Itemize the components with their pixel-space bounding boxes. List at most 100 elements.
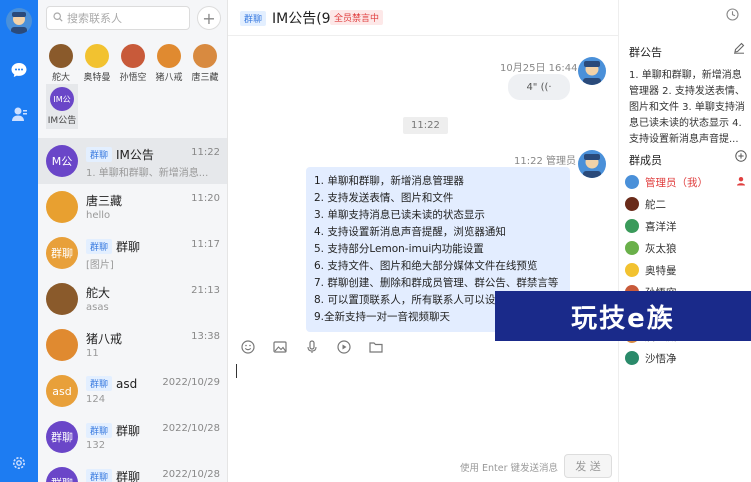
group-tag: 群聊 [86, 423, 113, 438]
chat-preview: 1. 单聊和群聊、新增消息... [86, 168, 209, 179]
member-item[interactable]: 奥特曼 [625, 260, 750, 280]
user-avatar[interactable] [6, 8, 32, 34]
member-item[interactable]: 舵二 [625, 194, 750, 214]
chat-name-text: IM公告 [116, 148, 154, 162]
member-item[interactable]: 喜洋洋 [625, 216, 750, 236]
member-name: 灰太狼 [645, 242, 677, 255]
message-input[interactable] [228, 356, 618, 446]
quick-contact[interactable]: 孙悟空 [118, 44, 148, 83]
chat-time: 11:20 [191, 193, 220, 204]
chat-bubble-icon[interactable] [9, 60, 29, 80]
chat-preview: 132 [86, 440, 106, 451]
member-item[interactable]: 沙悟净 [625, 348, 750, 368]
group-tag: 群聊 [86, 147, 113, 162]
chat-list-item[interactable]: 群聊 群聊 群聊 2022/10/28 132 [38, 414, 227, 460]
chat-preview: 11 [86, 348, 99, 359]
chat-name: 群聊 asd [86, 376, 137, 391]
history-clock-icon[interactable] [726, 8, 739, 24]
video-play-icon[interactable] [336, 340, 352, 354]
time-divider: 11:22 [403, 117, 448, 134]
avatar [46, 329, 78, 361]
avatar: 群聊 [46, 421, 78, 453]
edit-pencil-icon[interactable] [733, 42, 745, 57]
mute-badge: 全员禁言中 [330, 10, 384, 25]
message-area[interactable]: 10月25日 16:44 4" ((· 11:22 11:22 管理员 1. 单… [228, 37, 618, 332]
chat-preview: asas [86, 302, 109, 313]
quick-contact[interactable]: 舵大 [46, 44, 76, 83]
chat-list-item[interactable]: 唐三藏 11:20 hello [38, 184, 227, 230]
chat-time: 2022/10/29 [162, 377, 220, 388]
chat-name: 群聊 IM公告 [86, 146, 154, 163]
quick-contact-name: 奥特曼 [83, 73, 111, 83]
message-line: 1. 单聊和群聊，新增消息管理器 [314, 175, 464, 187]
member-name: 沙悟净 [645, 352, 677, 365]
settings-gear-icon[interactable] [9, 453, 29, 473]
chat-name: 猪八戒 [86, 330, 122, 347]
emoji-icon[interactable] [240, 340, 256, 354]
avatar [625, 219, 639, 233]
chat-list-item[interactable]: asd 群聊 asd 2022/10/29 124 [38, 368, 227, 414]
avatar [49, 44, 73, 68]
message-line: 2. 支持发送表情、图片和文件 [314, 192, 454, 204]
image-icon[interactable] [272, 340, 288, 354]
avatar [46, 191, 78, 223]
avatar [625, 351, 639, 365]
chat-name-text: 唐三藏 [86, 194, 123, 208]
chat-list-item[interactable]: 群聊 群聊 群聊 11:17 [图片] [38, 230, 227, 276]
chat-name-text: 猪八戒 [86, 332, 123, 346]
chat-name: 舵大 [86, 284, 110, 301]
chat-name: 群聊 群聊 [86, 422, 140, 439]
avatar [625, 175, 639, 189]
quick-contact[interactable]: 唐三藏 [190, 44, 220, 83]
avatar: IM公 [50, 87, 74, 111]
chat-time: 2022/10/28 [162, 423, 220, 434]
contact-list-panel: 搜索联系人 + 舵大 奥特曼 孙悟空 猪八戒 唐三藏 IM公 IM公告 M公 群聊 I… [38, 0, 228, 482]
member-item[interactable]: 灰太狼 [625, 238, 750, 258]
search-icon [53, 11, 63, 25]
member-name: 管理员（我） [645, 176, 708, 189]
quick-contact[interactable]: 猪八戒 [154, 44, 184, 83]
chat-name: 群聊 群聊 [86, 468, 140, 482]
avatar: 群聊 [46, 467, 78, 482]
folder-icon[interactable] [368, 340, 384, 354]
left-nav [0, 0, 38, 482]
message-meta: 11:22 管理员 [514, 156, 576, 167]
chat-list-item[interactable]: 舵大 21:13 asas [38, 276, 227, 322]
message-line: 6. 支持文件、图片和绝大部分媒体文件在线预览 [314, 260, 538, 272]
avatar [85, 44, 109, 68]
group-info-panel: 群公告 1. 单聊和群聊，新增消息管理器 2. 支持发送表情、图片和文件 3. … [618, 0, 751, 482]
contacts-icon[interactable] [9, 104, 29, 124]
chat-time: 11:22 [191, 147, 220, 158]
voice-message[interactable]: 4" ((· [508, 74, 570, 100]
avatar [121, 44, 145, 68]
chat-list-item[interactable]: M公 群聊 IM公告 11:22 1. 单聊和群聊、新增消息... [38, 138, 227, 184]
chat-name-text: 群聊 [116, 240, 141, 254]
avatar [625, 263, 639, 277]
chat-list-item[interactable]: 猪八戒 13:38 11 [38, 322, 227, 368]
member-name: 舵二 [645, 198, 666, 211]
user-icon [736, 176, 746, 189]
group-tag: 群聊 [86, 376, 113, 391]
quick-contact-name: 孙悟空 [119, 73, 147, 83]
avatar: asd [46, 375, 78, 407]
avatar: M公 [46, 145, 78, 177]
chat-name: 群聊 群聊 [86, 238, 140, 255]
voice-duration: 4" ((· [526, 81, 552, 93]
avatar [46, 283, 78, 315]
chat-preview: 124 [86, 394, 106, 405]
avatar [578, 150, 606, 178]
quick-contact[interactable]: IM公 IM公告 [46, 84, 78, 129]
message-line: 5. 支持部分Lemon-imui内功能设置 [314, 243, 484, 255]
plus-icon: + [202, 8, 216, 28]
microphone-icon[interactable] [304, 340, 320, 354]
add-contact-button[interactable]: + [197, 6, 221, 30]
search-input[interactable]: 搜索联系人 [46, 6, 190, 30]
send-button[interactable]: 发 送 [564, 454, 612, 478]
add-member-icon[interactable] [735, 150, 747, 166]
member-name: 奥特曼 [645, 264, 677, 277]
send-hint: 使用 Enter 键发送消息 [460, 463, 559, 474]
quick-contact[interactable]: 奥特曼 [82, 44, 112, 83]
chat-header: 群聊 IM公告(9) 全员禁言中 [228, 0, 618, 36]
member-item[interactable]: 管理员（我） [625, 172, 750, 192]
chat-list-item[interactable]: 群聊群聊群聊2022/10/28 [38, 460, 227, 482]
